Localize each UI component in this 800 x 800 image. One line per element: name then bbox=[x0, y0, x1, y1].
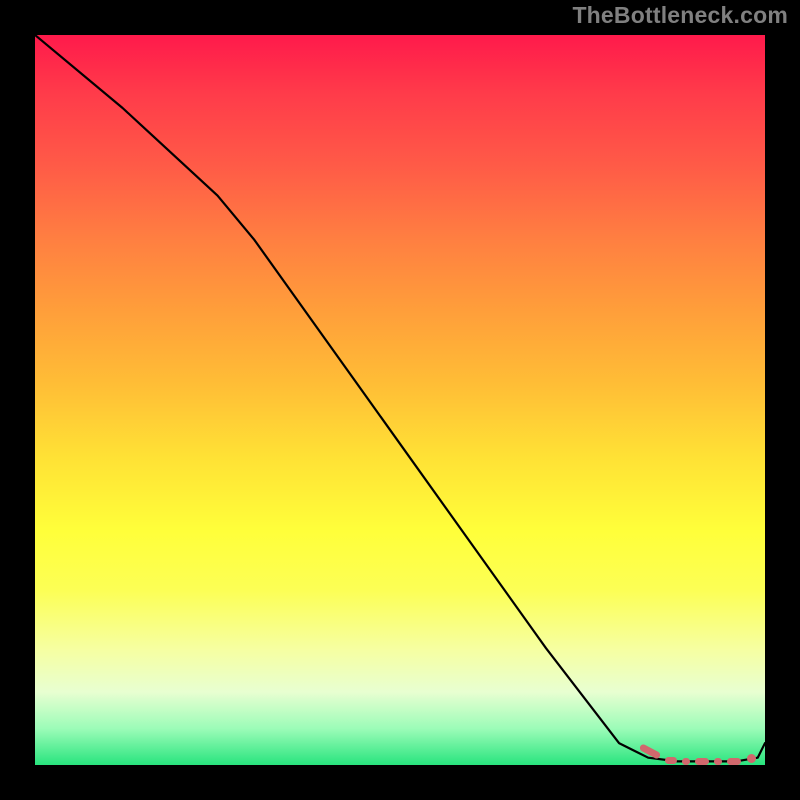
watermark-text: TheBottleneck.com bbox=[572, 2, 788, 29]
highlight-dashes bbox=[35, 35, 765, 765]
bottleneck-curve bbox=[35, 35, 765, 765]
dash-seg bbox=[727, 758, 741, 765]
dash-seg bbox=[682, 758, 690, 765]
dash-end-dot bbox=[747, 754, 756, 763]
dash-seg bbox=[639, 743, 662, 760]
chart-stage: TheBottleneck.com bbox=[0, 0, 800, 800]
plot-area bbox=[35, 35, 765, 765]
dash-seg bbox=[714, 758, 722, 765]
dash-seg bbox=[665, 757, 677, 764]
dash-seg bbox=[695, 758, 709, 765]
